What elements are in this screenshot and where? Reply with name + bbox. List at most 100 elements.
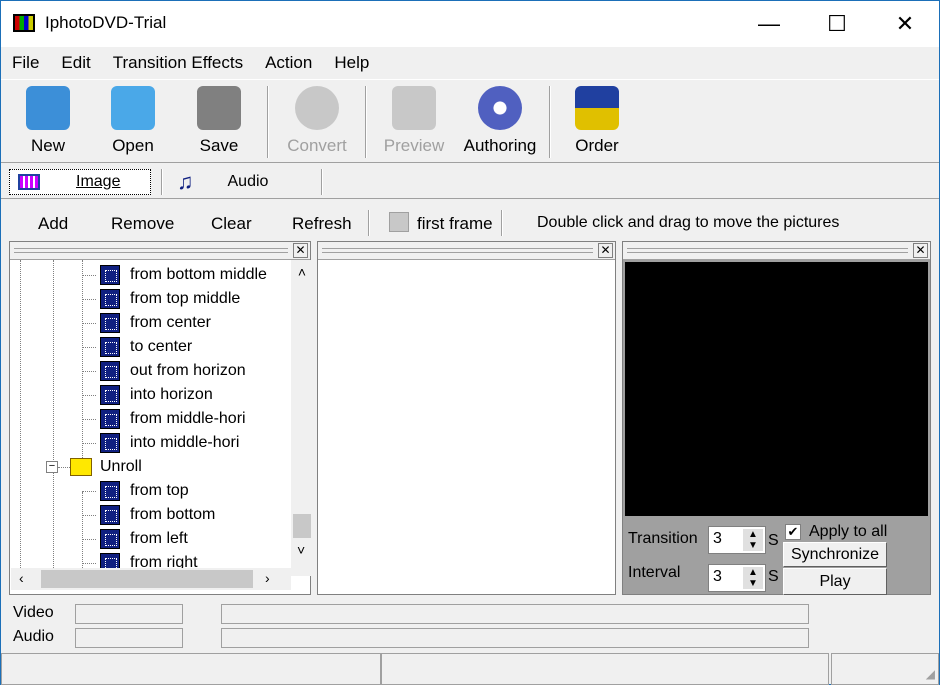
tree-item-label: to center (130, 338, 193, 355)
close-panel-icon[interactable]: ✕ (913, 243, 928, 258)
interval-unit: S (768, 568, 779, 585)
tree-item[interactable]: out from horizon (100, 359, 246, 383)
order-cards-icon (575, 86, 619, 130)
tree-item-label: from bottom middle (130, 266, 267, 283)
tab-image-label: Image (76, 173, 121, 190)
menu-transition-effects[interactable]: Transition Effects (102, 49, 254, 77)
preview-label: Preview (383, 136, 445, 155)
tree-folder-label: Unroll (100, 458, 142, 475)
menu-file[interactable]: File (1, 49, 50, 77)
save-label: Save (199, 136, 239, 155)
tree-item[interactable]: from bottom (100, 503, 215, 527)
video-track[interactable] (221, 604, 809, 624)
add-button[interactable]: Add (38, 214, 68, 234)
tab-separator (321, 169, 323, 195)
tree-item-label: from middle-hori (130, 410, 246, 427)
tree-item[interactable]: into horizon (100, 383, 213, 407)
tree-item-label: from bottom (130, 506, 216, 523)
picture-list-panel[interactable]: ✕ (317, 241, 616, 595)
menu-edit[interactable]: Edit (50, 49, 101, 77)
panel-header: ✕ (10, 242, 310, 260)
collapse-toggle[interactable]: − (46, 461, 58, 473)
close-panel-icon[interactable]: ✕ (598, 243, 613, 258)
scroll-thumb[interactable] (293, 514, 311, 538)
preview-screen (625, 262, 928, 516)
tree-item-label: from center (130, 314, 211, 331)
tab-image[interactable]: Image (9, 169, 151, 195)
convert-button: Convert (279, 84, 355, 160)
order-label: Order (575, 136, 619, 155)
close-button[interactable]: ✕ (871, 1, 939, 47)
video-info-box (75, 604, 183, 624)
menu-bar: File Edit Transition Effects Action Help (1, 49, 380, 77)
refresh-button[interactable]: Refresh (292, 214, 352, 234)
tree-item[interactable]: from top middle (100, 287, 240, 311)
transition-label: Transition (628, 530, 698, 547)
tree-item[interactable]: from top (100, 479, 189, 503)
transition-effect-icon (100, 433, 120, 453)
tab-audio[interactable]: ♫ Audio (177, 169, 317, 195)
transition-value: 3 (713, 530, 722, 547)
toolbar-separator (365, 86, 367, 158)
first-frame-label: first frame (417, 214, 493, 233)
spin-arrows-icon[interactable]: ▲ ▼ (743, 529, 763, 551)
menu-action[interactable]: Action (254, 49, 323, 77)
action-separator (501, 210, 503, 236)
minimize-button[interactable]: — (735, 1, 803, 47)
floppy-disk-icon (197, 86, 241, 130)
tree-item-label: into middle-hori (130, 434, 240, 451)
status-section-1 (1, 653, 381, 685)
tree-item-label: out from horizon (130, 362, 246, 379)
save-button[interactable]: Save (181, 84, 257, 160)
audio-info-box (75, 628, 183, 648)
tree-item[interactable]: from bottom middle (100, 263, 267, 287)
tree-item[interactable]: into middle-hori (100, 431, 239, 455)
scroll-up-icon[interactable]: ˄ (291, 264, 313, 280)
interval-spinner[interactable]: 3 ▲ ▼ (708, 564, 766, 592)
audio-track[interactable] (221, 628, 809, 648)
open-button[interactable]: Open (95, 84, 171, 160)
toolbar-separator (267, 86, 269, 158)
transition-effect-icon (100, 313, 120, 333)
interval-label: Interval (628, 564, 681, 581)
tree-item[interactable]: from left (100, 527, 188, 551)
menu-help[interactable]: Help (323, 49, 380, 77)
transition-spinner[interactable]: 3 ▲ ▼ (708, 526, 766, 554)
window-title: IphotoDVD-Trial (45, 13, 167, 32)
hscroll-thumb[interactable] (41, 570, 253, 588)
tab-separator (161, 169, 163, 195)
new-button[interactable]: New (10, 84, 86, 160)
transition-effect-icon (100, 361, 120, 381)
spin-arrows-icon[interactable]: ▲ ▼ (743, 567, 763, 589)
synchronize-button[interactable]: Synchronize (783, 542, 887, 567)
scroll-right-icon[interactable]: › (265, 570, 270, 586)
play-button[interactable]: Play (783, 568, 887, 595)
panel-header: ✕ (318, 242, 615, 260)
tree-vertical-scrollbar[interactable]: ˄ ˅ (291, 260, 313, 576)
tree-item[interactable]: from middle-hori (100, 407, 246, 431)
authoring-button[interactable]: Authoring (462, 84, 538, 160)
transition-unit: S (768, 532, 779, 549)
transition-effect-icon (100, 337, 120, 357)
scroll-down-icon[interactable]: ˅ (297, 542, 305, 558)
scroll-left-icon[interactable]: ‹ (19, 570, 24, 586)
hint-text: Double click and drag to move the pictur… (537, 214, 840, 231)
image-icon (18, 174, 40, 190)
transition-effect-icon (100, 529, 120, 549)
music-note-icon: ♫ (177, 169, 194, 194)
maximize-button[interactable]: ☐ (803, 1, 871, 47)
order-button[interactable]: Order (559, 84, 635, 160)
tree-item-label: from top (130, 482, 189, 499)
remove-button[interactable]: Remove (111, 214, 174, 234)
tree-horizontal-scrollbar[interactable]: ‹ › (11, 568, 291, 590)
tree-folder-unroll[interactable]: Unroll (70, 455, 142, 479)
resize-grip-icon[interactable]: ◢ (926, 667, 935, 681)
tree-item[interactable]: to center (100, 335, 192, 359)
tree-item[interactable]: from center (100, 311, 211, 335)
interval-value: 3 (713, 568, 722, 585)
apply-to-all-checkbox[interactable]: ✔ (785, 524, 801, 540)
clear-button[interactable]: Clear (211, 214, 252, 234)
action-separator (368, 210, 370, 236)
close-panel-icon[interactable]: ✕ (293, 243, 308, 258)
first-frame-checkbox[interactable] (389, 212, 409, 232)
